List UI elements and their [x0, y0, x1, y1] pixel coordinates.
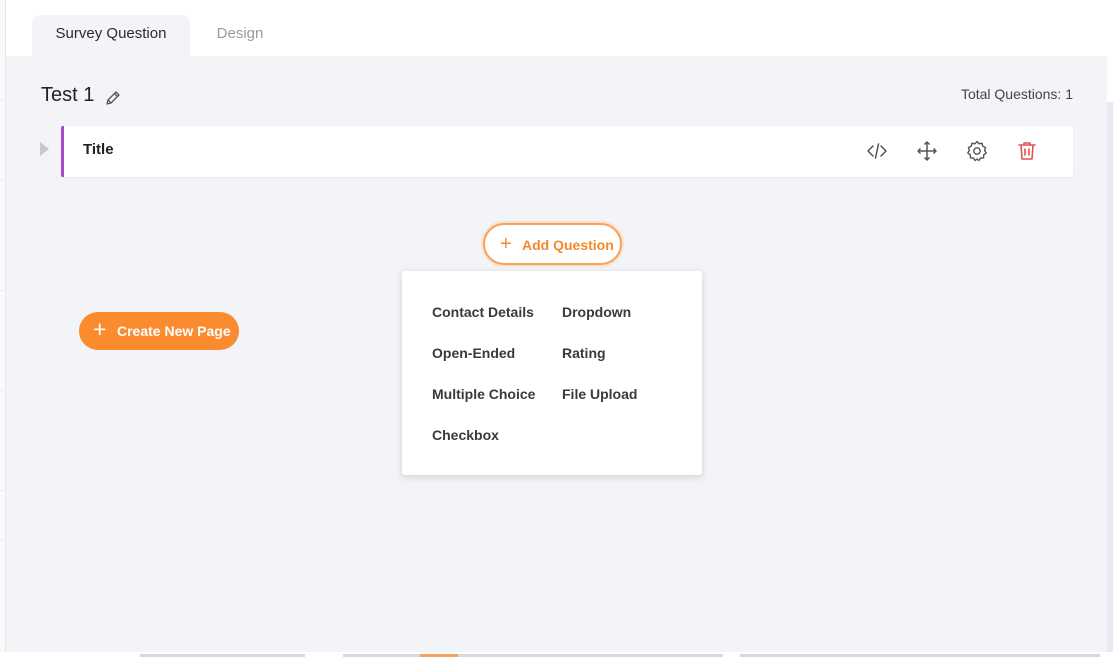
survey-editor: Test 1 Total Questions: 1 Title + Add Qu… — [6, 56, 1107, 652]
question-row: Title — [40, 126, 1073, 177]
scrollbar[interactable] — [1107, 56, 1113, 652]
menu-item-dropdown[interactable]: Dropdown — [562, 304, 631, 320]
menu-item-open-ended[interactable]: Open-Ended — [432, 345, 515, 361]
move-icon[interactable] — [915, 139, 939, 163]
menu-item-checkbox[interactable]: Checkbox — [432, 427, 499, 443]
menu-item-rating[interactable]: Rating — [562, 345, 606, 361]
tab-survey-question[interactable]: Survey Question — [32, 15, 190, 56]
plus-icon: + — [93, 316, 107, 342]
plus-icon: + — [500, 233, 512, 255]
survey-title: Test 1 — [41, 84, 95, 106]
add-question-button[interactable]: + Add Question — [483, 223, 622, 265]
bottom-strip — [0, 652, 1113, 657]
scrollbar-thumb[interactable] — [1107, 102, 1113, 652]
code-icon[interactable] — [865, 139, 889, 163]
trash-icon[interactable] — [1015, 139, 1039, 163]
question-card[interactable]: Title — [61, 126, 1073, 177]
menu-item-file-upload[interactable]: File Upload — [562, 386, 637, 402]
tab-bar: Survey Question Design — [6, 0, 1113, 56]
menu-item-multiple-choice[interactable]: Multiple Choice — [432, 386, 535, 402]
question-type-menu: Contact Details Open-Ended Multiple Choi… — [402, 271, 702, 475]
question-title: Title — [83, 141, 114, 158]
gear-icon[interactable] — [965, 139, 989, 163]
pencil-icon[interactable] — [103, 88, 123, 108]
create-new-page-button[interactable]: + Create New Page — [79, 312, 239, 350]
tab-design[interactable]: Design — [190, 15, 290, 56]
create-new-page-label: Create New Page — [117, 323, 231, 339]
total-questions: Total Questions: 1 — [960, 86, 1073, 102]
expand-caret-icon[interactable] — [40, 142, 49, 156]
add-question-label: Add Question — [522, 237, 614, 253]
menu-item-contact-details[interactable]: Contact Details — [432, 304, 534, 320]
